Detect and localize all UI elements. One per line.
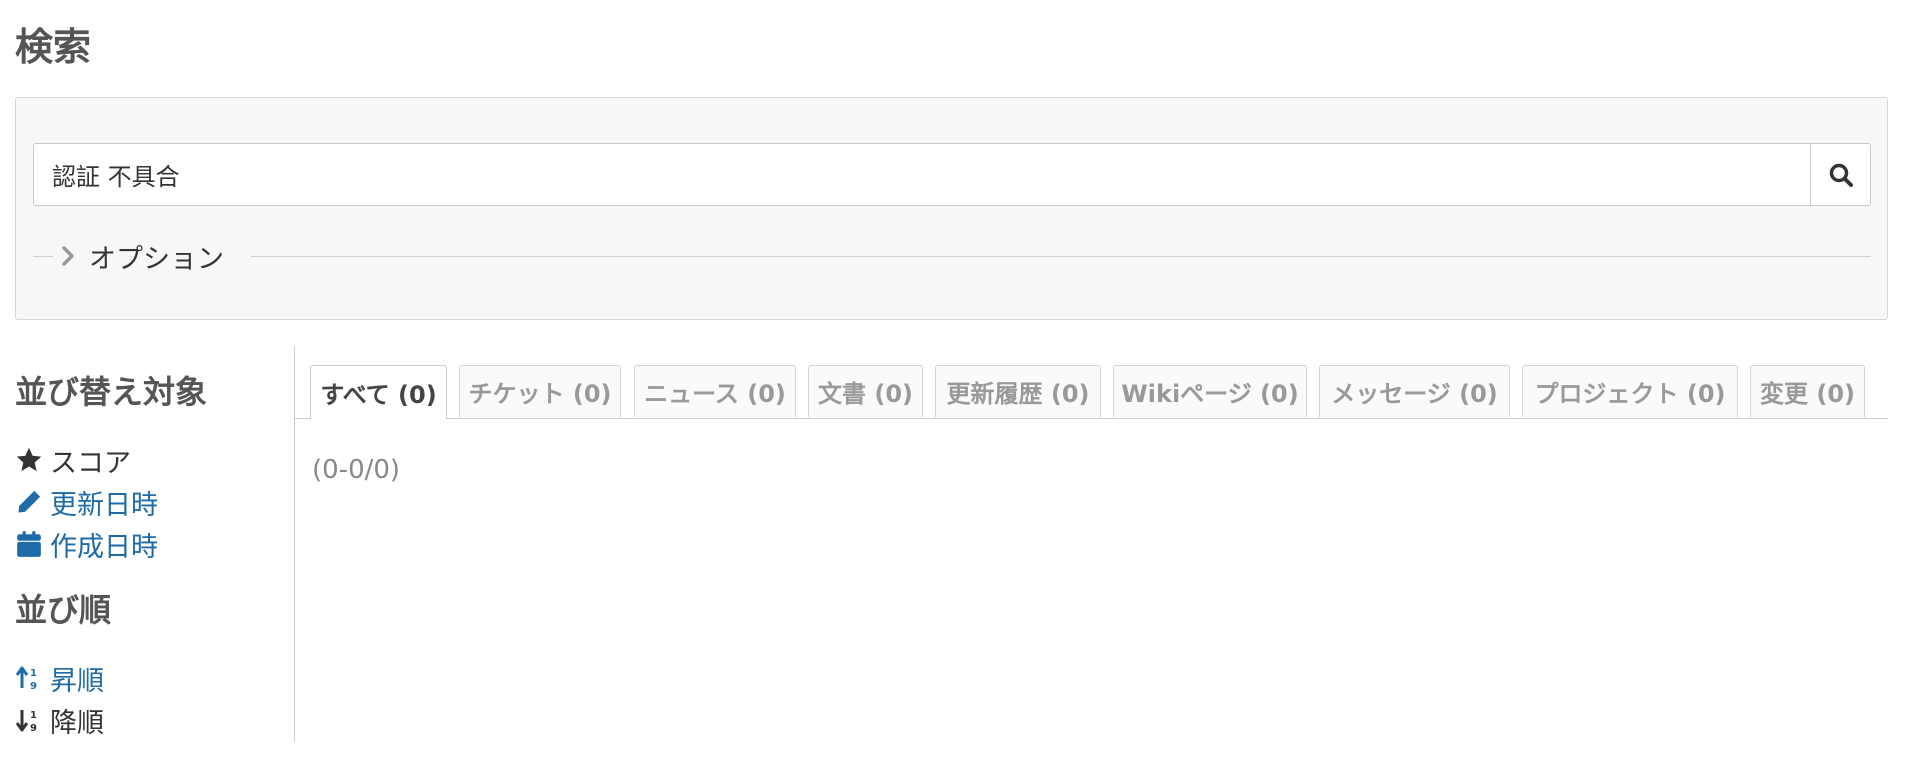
tab-issues[interactable]: チケット (0) [459,365,621,417]
order-heading: 並び順 [15,591,112,629]
result-tabs: すべて (0) チケット (0) ニュース (0) 文書 (0) 更新履歴 (0… [295,365,1888,419]
sort-by-created[interactable]: 作成日時 [15,526,158,563]
sort-by-created-label: 作成日時 [50,531,158,563]
sort-by-score: スコア [15,442,131,479]
tab-news[interactable]: ニュース (0) [634,365,796,417]
results-count: (0-0/0) [312,455,401,485]
order-ascending-label: 昇順 [50,665,104,697]
svg-text:9: 9 [30,681,37,692]
order-descending: 1 9 降順 [15,702,104,739]
order-descending-label: 降順 [50,707,104,739]
calendar-icon [15,530,43,558]
sort-by-updated[interactable]: 更新日時 [15,484,158,521]
sort-by-score-label: スコア [50,447,131,479]
tab-projects[interactable]: プロジェクト (0) [1522,365,1738,417]
search-button[interactable] [1810,143,1871,206]
options-label: オプション [89,243,224,275]
tab-messages[interactable]: メッセージ (0) [1319,365,1510,417]
options-toggle[interactable]: オプション [61,236,224,276]
sort-by-updated-label: 更新日時 [50,489,158,521]
sort-descending-icon: 1 9 [15,706,43,734]
tab-changes[interactable]: 変更 (0) [1750,365,1865,417]
options-divider-left [33,256,53,257]
svg-text:1: 1 [30,710,37,721]
sort-heading: 並び替え対象 [15,373,208,411]
tab-changesets[interactable]: 更新履歴 (0) [935,365,1101,417]
search-panel: オプション [15,97,1888,320]
pencil-icon [15,488,43,516]
star-icon [15,446,43,474]
sort-ascending-icon: 1 9 [15,664,43,692]
tab-documents[interactable]: 文書 (0) [808,365,923,417]
svg-text:9: 9 [30,723,37,734]
tab-all[interactable]: すべて (0) [310,365,447,419]
page-title: 検索 [15,25,92,69]
search-icon [1829,163,1853,187]
chevron-right-icon [62,246,74,266]
svg-text:1: 1 [30,668,37,679]
options-divider-right [251,256,1871,257]
tab-wiki-pages[interactable]: Wikiページ (0) [1113,365,1307,417]
search-input[interactable] [33,143,1811,206]
sidebar: 並び替え対象 スコア 更新日時 作成日時 並び順 1 9 昇順 1 9 降順 [0,346,295,742]
options-fieldset: オプション [33,236,1871,276]
order-ascending[interactable]: 1 9 昇順 [15,660,104,697]
